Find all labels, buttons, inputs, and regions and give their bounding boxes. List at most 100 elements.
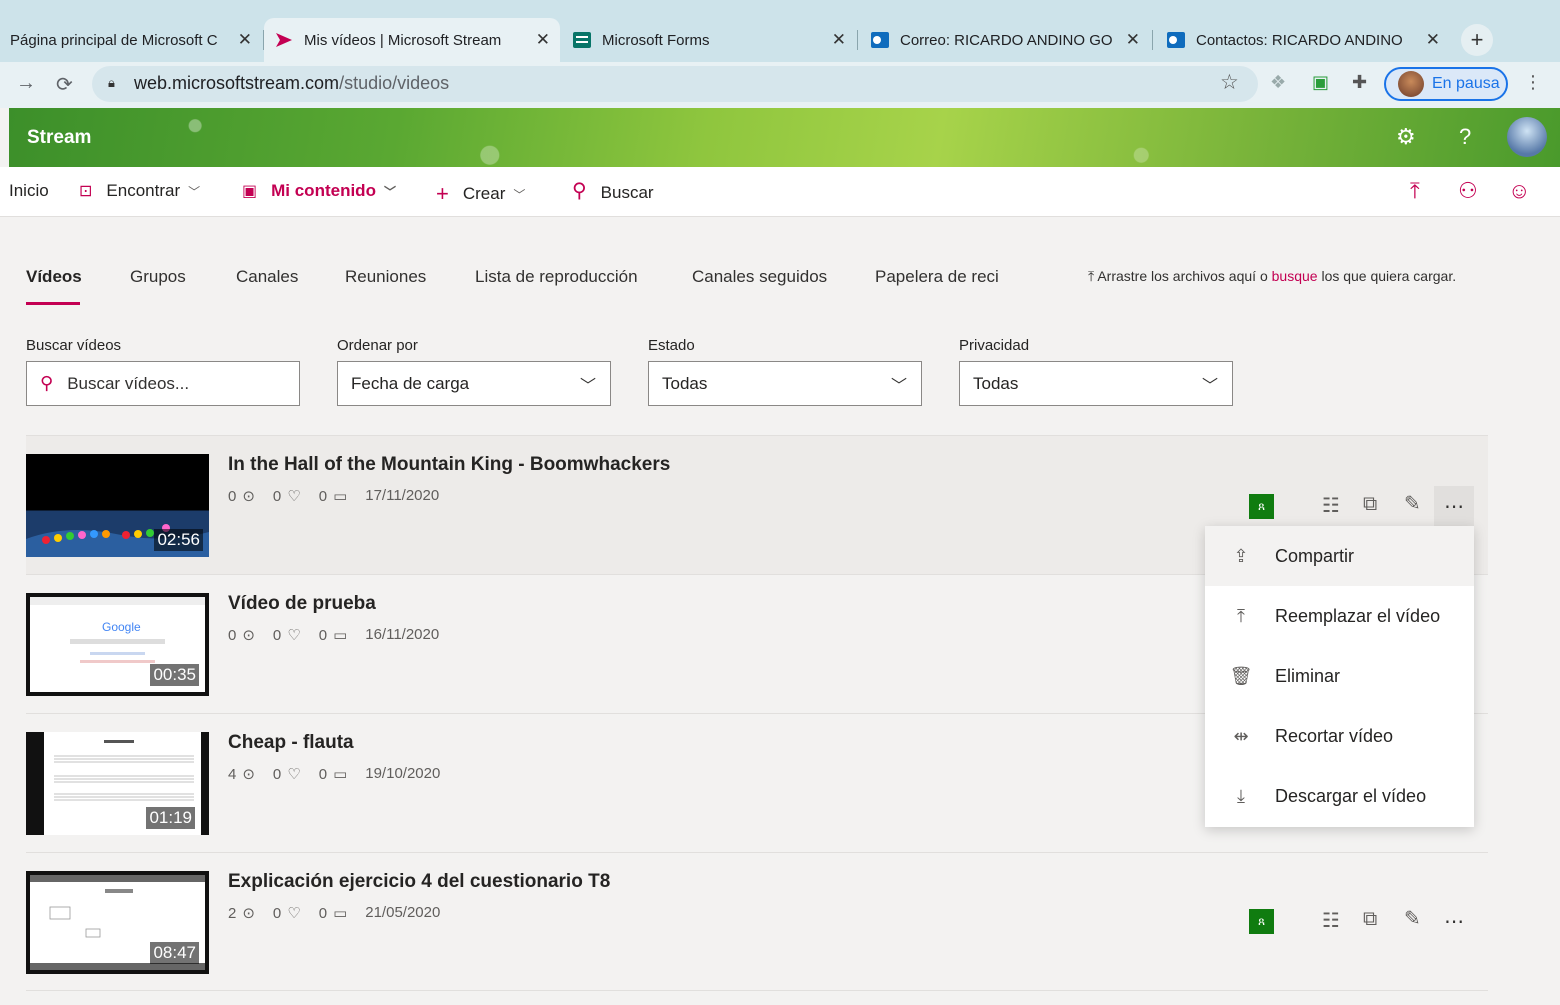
- menu-item-delete[interactable]: 🗑︎ Eliminar: [1205, 646, 1474, 706]
- tab-meetings[interactable]: Reuniones: [345, 267, 426, 287]
- video-icon: ▣: [242, 183, 258, 200]
- search-videos-box[interactable]: ⚲: [26, 361, 300, 406]
- status-label: Estado: [648, 337, 695, 354]
- profile-button[interactable]: En pausa: [1384, 67, 1508, 101]
- views-count: 0: [228, 626, 237, 644]
- video-title[interactable]: Cheap - flauta: [228, 732, 354, 754]
- menu-item-replace[interactable]: ⤒ Reemplazar el vídeo: [1205, 586, 1474, 646]
- privacy-dropdown[interactable]: Todas ﹀: [959, 361, 1233, 406]
- menu-item-share[interactable]: ⇪ Compartir: [1205, 526, 1474, 586]
- close-icon[interactable]: ✕: [536, 30, 550, 50]
- plus-icon: +: [436, 181, 449, 206]
- tab-title: Correo: RICARDO ANDINO GO: [900, 31, 1113, 49]
- video-duration: 00:35: [150, 664, 199, 686]
- more-options-button[interactable]: ⋯: [1434, 486, 1474, 526]
- browser-tab-office[interactable]: Página principal de Microsoft C ✕: [0, 18, 262, 62]
- browser-tab-forms[interactable]: Microsoft Forms ✕: [562, 18, 856, 62]
- video-thumbnail[interactable]: 01:19: [26, 732, 209, 835]
- video-title[interactable]: Explicación ejercicio 4 del cuestionario…: [228, 871, 610, 893]
- nav-home[interactable]: Inicio: [9, 181, 49, 201]
- tab-channels[interactable]: Canales: [236, 267, 298, 287]
- browser-tab-contacts[interactable]: Contactos: RICARDO ANDINO ✕: [1156, 18, 1450, 62]
- browse-link[interactable]: busque: [1272, 268, 1318, 284]
- kebab-menu-icon[interactable]: ⋮: [1524, 72, 1542, 93]
- nav-label: Mi contenido: [271, 181, 376, 200]
- heart-icon: ♡: [287, 627, 301, 644]
- video-title[interactable]: Vídeo de prueba: [228, 593, 376, 615]
- video-stats: 0 ⊙ 0 ♡ 0 ▭ 16/11/2020: [228, 626, 439, 644]
- smiley-icon[interactable]: ☺: [1508, 178, 1530, 204]
- search-videos-input[interactable]: [67, 373, 278, 394]
- avatar[interactable]: [1507, 117, 1547, 157]
- upload-date: 17/11/2020: [365, 487, 440, 504]
- nav-my-content[interactable]: ▣ Mi contenido ﹀: [242, 181, 396, 201]
- close-icon[interactable]: ✕: [1126, 30, 1140, 50]
- privacy-label: Privacidad: [959, 337, 1030, 354]
- video-stats: 4 ⊙ 0 ♡ 0 ▭ 19/10/2020: [228, 765, 440, 783]
- edit-pencil-icon[interactable]: ✎: [1404, 906, 1421, 931]
- new-tab-button[interactable]: +: [1461, 24, 1493, 56]
- comment-icon: ▭: [333, 766, 348, 783]
- forward-arrow-icon[interactable]: →: [16, 72, 36, 95]
- privacy-value: Todas: [973, 373, 1019, 393]
- video-duration: 02:56: [154, 529, 203, 551]
- nav-discover[interactable]: ⊡ Encontrar ﹀: [79, 181, 200, 201]
- browser-tab-mail[interactable]: Correo: RICARDO ANDINO GO ✕: [860, 18, 1150, 62]
- active-tab-indicator: [26, 302, 80, 305]
- edit-pencil-icon[interactable]: ✎: [1404, 491, 1421, 516]
- chevron-down-icon: ﹀: [1201, 378, 1218, 395]
- add-person-icon[interactable]: ⚇: [1458, 178, 1478, 204]
- upload-icon[interactable]: ⤒: [1410, 178, 1420, 204]
- table-row[interactable]: 08:47 Explicación ejercicio 4 del cuesti…: [26, 852, 1488, 991]
- address-url[interactable]: web.microsoftstream.com/studio/videos: [134, 73, 449, 94]
- video-title[interactable]: In the Hall of the Mountain King - Boomw…: [228, 454, 670, 476]
- video-thumbnail[interactable]: 02:56: [26, 454, 209, 557]
- upload-hint: ⤒ Arrastre los archivos aquí o busque lo…: [1088, 268, 1456, 285]
- nav-create[interactable]: + Crear ﹀: [436, 181, 525, 207]
- tab-title: Mis vídeos | Microsoft Stream: [304, 31, 502, 49]
- details-icon[interactable]: ☷: [1322, 908, 1340, 933]
- permissions-icon[interactable]: ጸ: [1249, 494, 1274, 519]
- nav-search[interactable]: ⚲ Buscar: [572, 178, 654, 203]
- tab-videos[interactable]: Vídeos: [26, 267, 82, 287]
- permissions-icon[interactable]: ጸ: [1249, 909, 1274, 934]
- tab-groups[interactable]: Grupos: [130, 267, 186, 287]
- comment-icon: ▭: [333, 905, 348, 922]
- puzzle-icon[interactable]: ✚: [1352, 72, 1367, 93]
- play-icon: ⊙: [242, 627, 255, 644]
- add-to-group-icon[interactable]: ⧉: [1363, 493, 1377, 516]
- details-icon[interactable]: ☷: [1322, 493, 1340, 518]
- close-icon[interactable]: ✕: [238, 30, 252, 50]
- video-duration: 01:19: [146, 807, 195, 829]
- help-icon[interactable]: ?: [1459, 124, 1471, 150]
- tab-playlists[interactable]: Lista de reproducción: [475, 267, 638, 287]
- video-stats: 2 ⊙ 0 ♡ 0 ▭ 21/05/2020: [228, 904, 440, 922]
- comment-icon: ▭: [333, 627, 348, 644]
- close-icon[interactable]: ✕: [1426, 30, 1440, 50]
- tab-followed-channels[interactable]: Canales seguidos: [692, 267, 827, 287]
- play-icon: ⊙: [242, 488, 255, 505]
- video-thumbnail[interactable]: Google 00:35: [26, 593, 209, 696]
- download-icon: ⤓: [1237, 785, 1245, 806]
- header-banner: [9, 108, 1560, 167]
- gear-icon[interactable]: ⚙: [1396, 124, 1416, 150]
- dropbox-icon[interactable]: ❖: [1270, 72, 1286, 93]
- bookmark-star-icon[interactable]: ☆: [1220, 70, 1239, 95]
- comment-icon: ▭: [333, 488, 348, 505]
- app-brand[interactable]: Stream: [27, 127, 91, 149]
- close-icon[interactable]: ✕: [832, 30, 846, 50]
- sort-label: Ordenar por: [337, 337, 418, 354]
- more-options-button[interactable]: ⋯: [1434, 901, 1474, 941]
- reload-icon[interactable]: ⟳: [56, 72, 73, 97]
- nav-label: Inicio: [9, 181, 49, 200]
- add-to-group-icon[interactable]: ⧉: [1363, 908, 1377, 931]
- menu-item-trim[interactable]: ⇹ Recortar vídeo: [1205, 706, 1474, 766]
- sort-dropdown[interactable]: Fecha de carga ﹀: [337, 361, 611, 406]
- menu-label: Compartir: [1275, 545, 1355, 566]
- tab-recycle-bin[interactable]: Papelera de reci: [875, 267, 999, 287]
- menu-item-download[interactable]: ⤓ Descargar el vídeo: [1205, 766, 1474, 826]
- browser-tab-stream[interactable]: Mis vídeos | Microsoft Stream ✕: [264, 18, 560, 62]
- status-dropdown[interactable]: Todas ﹀: [648, 361, 922, 406]
- video-thumbnail[interactable]: 08:47: [26, 871, 209, 974]
- extension-icon[interactable]: ▣: [1312, 72, 1329, 93]
